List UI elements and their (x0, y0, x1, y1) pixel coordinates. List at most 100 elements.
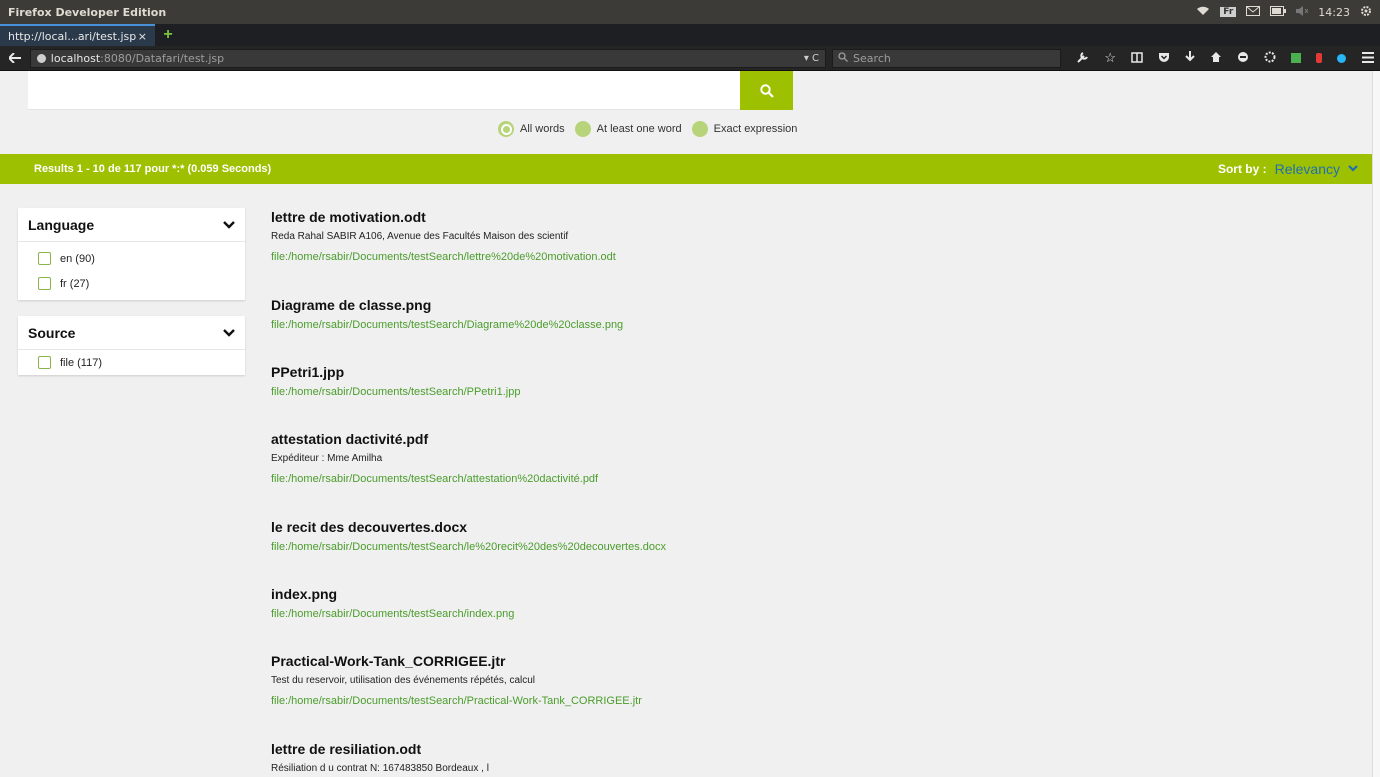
radio-all-words[interactable] (498, 121, 514, 137)
results-list: lettre de motivation.odt Reda Rahal SABI… (271, 207, 1071, 777)
os-menu-bar: Firefox Developer Edition Fr 14:23 (0, 0, 1380, 24)
extension-blue-icon[interactable] (1337, 51, 1346, 66)
search-icon (759, 83, 774, 98)
result-item: Practical-Work-Tank_CORRIGEE.jtr Test du… (271, 630, 1071, 718)
result-snippet: Résiliation d u contrat N: 167483850 Bor… (271, 763, 489, 774)
result-item: lettre de resiliation.odt Résiliation d … (271, 718, 1071, 777)
browser-tab-active[interactable]: http://local...ari/test.jsp × (0, 24, 155, 46)
result-title[interactable]: attestation dactivité.pdf (271, 429, 1071, 449)
result-title[interactable]: lettre de resiliation.odt (271, 739, 1071, 759)
chat-bubble-icon[interactable] (1237, 51, 1249, 66)
result-snippet: Expéditeur : Mme Amilha (271, 453, 383, 464)
facet-option[interactable]: fr (27) (18, 271, 245, 296)
chevron-down-icon[interactable] (223, 326, 235, 340)
result-title[interactable]: index.png (271, 584, 1071, 604)
result-title[interactable]: Diagrame de classe.png (271, 295, 1071, 315)
result-title[interactable]: Practical-Work-Tank_CORRIGEE.jtr (271, 651, 1071, 671)
window-title: Firefox Developer Edition (8, 5, 167, 19)
result-title[interactable]: le recit des decouvertes.docx (271, 517, 1071, 537)
search-bar (28, 71, 793, 110)
extension-green-icon[interactable] (1291, 51, 1301, 66)
radio-exact-expression[interactable] (691, 121, 708, 137)
results-count: Results 1 - 10 de 117 pour *:* (0.059 Se… (34, 163, 272, 175)
back-arrow-icon[interactable] (6, 51, 24, 66)
result-title[interactable]: lettre de motivation.odt (271, 207, 1071, 227)
pocket-icon[interactable] (1158, 51, 1170, 66)
search-submit-button[interactable] (740, 71, 793, 110)
search-icon (838, 51, 849, 65)
tab-strip: http://local...ari/test.jsp × + (0, 24, 1380, 46)
facet-option[interactable]: file (117) (18, 350, 245, 375)
facet-header[interactable]: Source (18, 316, 245, 350)
checkbox[interactable] (38, 277, 51, 290)
result-item: index.png file:/home/rsabir/Documents/te… (271, 563, 1071, 630)
extension-gear-icon[interactable] (1264, 51, 1276, 66)
facet-option-label: fr (27) (60, 277, 90, 290)
facet-source: Source file (117) (18, 316, 245, 375)
url-path: :8080/Datafari/test.jsp (100, 51, 225, 65)
url-host: localhost (50, 51, 101, 65)
facet-title: Language (28, 216, 95, 233)
keyboard-layout-indicator[interactable]: Fr (1220, 7, 1237, 17)
navigation-toolbar: localhost:8080/Datafari/test.jsp ▾ C Sea… (0, 46, 1380, 71)
clock[interactable]: 14:23 (1318, 6, 1350, 19)
checkbox[interactable] (38, 356, 51, 369)
chevron-down-icon[interactable] (1348, 163, 1358, 175)
radio-label-exact-expression: Exact expression (713, 123, 798, 135)
results-summary-bar: Results 1 - 10 de 117 pour *:* (0.059 Se… (0, 154, 1372, 184)
tab-title: http://local...ari/test.jsp (8, 29, 137, 43)
facet-option-label: en (90) (60, 252, 95, 265)
result-link[interactable]: file:/home/rsabir/Documents/testSearch/l… (271, 247, 1071, 267)
result-link[interactable]: file:/home/rsabir/Documents/testSearch/P… (271, 691, 1071, 711)
wifi-icon[interactable] (1196, 6, 1210, 19)
checkbox[interactable] (38, 252, 51, 265)
browser-search-box[interactable]: Search (832, 48, 1062, 68)
facet-language: Language en (90) fr (27) (18, 208, 245, 300)
toolbar-icon-group: ☆ (1077, 50, 1346, 66)
url-dropdown-reload[interactable]: ▾ C (804, 53, 819, 64)
result-snippet: Reda Rahal SABIR A106, Avenue des Facult… (271, 231, 569, 242)
reading-list-icon[interactable] (1131, 51, 1143, 66)
hamburger-menu-icon[interactable] (1362, 50, 1374, 66)
result-title[interactable]: PPetri1.jpp (271, 362, 1071, 382)
facet-option[interactable]: en (90) (18, 246, 245, 271)
url-bar[interactable]: localhost:8080/Datafari/test.jsp ▾ C (29, 48, 827, 68)
home-icon[interactable] (1210, 51, 1222, 66)
developer-tools-wrench-icon[interactable] (1077, 51, 1089, 66)
extension-red-icon[interactable] (1316, 51, 1322, 66)
battery-icon[interactable] (1270, 5, 1287, 19)
sort-label: Sort by : (1217, 162, 1267, 176)
result-item: lettre de motivation.odt Reda Rahal SABI… (271, 207, 1071, 274)
radio-at-least-one-word[interactable] (574, 121, 591, 137)
close-tab-icon[interactable]: × (138, 30, 147, 43)
radio-label-at-least-one-word: At least one word (596, 123, 682, 135)
result-link[interactable]: file:/home/rsabir/Documents/testSearch/a… (271, 469, 1071, 489)
facet-header[interactable]: Language (18, 208, 245, 242)
search-input[interactable] (28, 71, 740, 110)
radio-label-all-words: All words (520, 123, 565, 135)
settings-gear-icon[interactable] (1360, 5, 1372, 20)
result-link[interactable]: file:/home/rsabir/Documents/testSearch/l… (271, 537, 1071, 557)
volume-icon[interactable] (1296, 5, 1309, 19)
bookmark-star-icon[interactable]: ☆ (1104, 50, 1116, 66)
result-link[interactable]: file:/home/rsabir/Documents/testSearch/i… (271, 604, 1071, 624)
mail-icon[interactable] (1246, 5, 1261, 19)
result-link[interactable]: file:/home/rsabir/Documents/testSearch/P… (271, 382, 1071, 402)
site-identity-icon[interactable] (36, 53, 46, 63)
page-scrollbar[interactable] (1372, 71, 1380, 777)
sort-dropdown[interactable]: Relevancy (1275, 161, 1340, 177)
result-link[interactable]: file:/home/rsabir/Documents/testSearch/D… (271, 315, 1071, 335)
new-tab-button[interactable]: + (155, 24, 181, 46)
sort-control[interactable]: Sort by : Relevancy (1218, 161, 1358, 177)
result-item: Diagrame de classe.png file:/home/rsabir… (271, 274, 1071, 341)
result-item: attestation dactivité.pdf Expéditeur : M… (271, 408, 1071, 496)
page-content: All words At least one word Exact expres… (0, 71, 1372, 777)
system-tray: Fr 14:23 (1196, 5, 1372, 20)
result-item: le recit des decouvertes.docx file:/home… (271, 496, 1071, 563)
browser-search-placeholder: Search (853, 51, 891, 65)
chevron-down-icon[interactable] (223, 218, 235, 232)
result-snippet: Test du reservoir, utilisation des événe… (271, 675, 536, 686)
download-icon[interactable] (1185, 50, 1195, 66)
facet-title: Source (28, 324, 76, 341)
result-item: PPetri1.jpp file:/home/rsabir/Documents/… (271, 341, 1071, 408)
